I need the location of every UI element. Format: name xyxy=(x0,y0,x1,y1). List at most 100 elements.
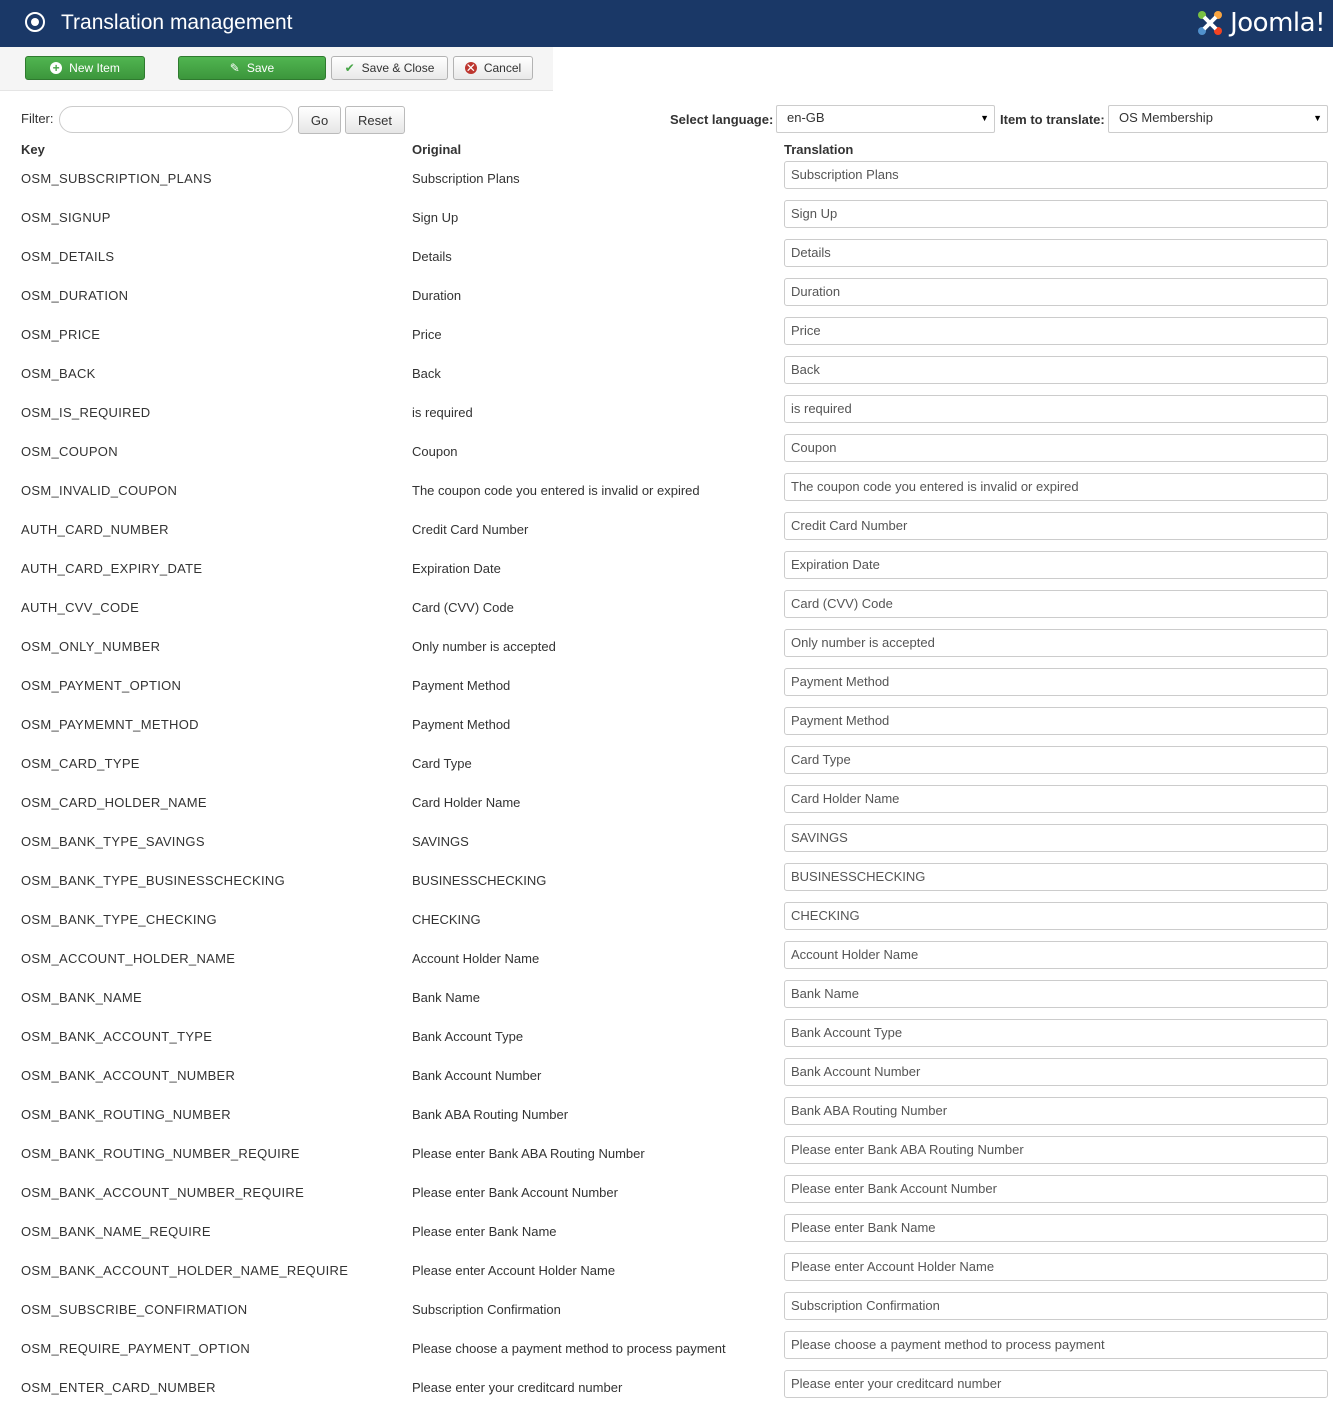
translation-input[interactable]: Please choose a payment method to proces… xyxy=(784,1331,1328,1359)
save-button[interactable]: ✎ Save xyxy=(178,56,326,80)
translation-input[interactable]: SAVINGS xyxy=(784,824,1328,852)
row-key: OSM_PRICE xyxy=(21,327,101,342)
row-key: OSM_BANK_ROUTING_NUMBER_REQUIRE xyxy=(21,1146,300,1161)
translation-input[interactable]: Please enter Bank Name xyxy=(784,1214,1328,1242)
row-original: CHECKING xyxy=(412,912,481,927)
table-row: OSM_BANK_ACCOUNT_NUMBER_REQUIRE Please en… xyxy=(0,1172,1333,1211)
translation-input[interactable]: Subscription Confirmation xyxy=(784,1292,1328,1320)
edit-icon: ✎ xyxy=(229,61,240,75)
translation-input[interactable]: Account Holder Name xyxy=(784,941,1328,969)
reset-button[interactable]: Reset xyxy=(345,106,405,134)
row-key: AUTH_CARD_EXPIRY_DATE xyxy=(21,561,203,576)
dropdown-arrow-icon: ▼ xyxy=(980,113,989,123)
translation-input[interactable]: Details xyxy=(784,239,1328,267)
table-row: OSM_DURATION Duration Duration xyxy=(0,275,1333,314)
translation-input[interactable]: The coupon code you entered is invalid o… xyxy=(784,473,1328,501)
row-key: OSM_SUBSCRIBE_CONFIRMATION xyxy=(21,1302,248,1317)
translation-input[interactable]: Bank Account Number xyxy=(784,1058,1328,1086)
translation-input[interactable]: Please enter Account Holder Name xyxy=(784,1253,1328,1281)
translation-input[interactable]: Coupon xyxy=(784,434,1328,462)
table-row: OSM_PAYMENT_OPTION Payment Method Payment … xyxy=(0,665,1333,704)
language-select[interactable]: en-GB ▼ xyxy=(776,105,995,133)
table-row: AUTH_CARD_EXPIRY_DATE Expiration Date Expi… xyxy=(0,548,1333,587)
filter-input[interactable] xyxy=(59,106,293,133)
translation-input[interactable]: Price xyxy=(784,317,1328,345)
row-key: OSM_ENTER_CARD_NUMBER xyxy=(21,1380,216,1395)
translation-input[interactable]: Duration xyxy=(784,278,1328,306)
table-row: OSM_BANK_ROUTING_NUMBER Bank ABA Routing … xyxy=(0,1094,1333,1133)
row-key: OSM_BACK xyxy=(21,366,96,381)
translation-input[interactable]: Sign Up xyxy=(784,200,1328,228)
row-key: OSM_COUPON xyxy=(21,444,118,459)
row-original: Card Holder Name xyxy=(412,795,521,810)
row-key: OSM_BANK_ACCOUNT_TYPE xyxy=(21,1029,213,1044)
save-label: Save xyxy=(246,61,275,75)
row-key: OSM_PAYMENT_OPTION xyxy=(21,678,182,693)
table-row: OSM_BANK_TYPE_BUSINESSCHECKING BUSINESSCH… xyxy=(0,860,1333,899)
dropdown-arrow-icon: ▼ xyxy=(1313,113,1322,123)
translation-input[interactable]: Subscription Plans xyxy=(784,161,1328,189)
table-row: AUTH_CARD_NUMBER Credit Card Number Credit… xyxy=(0,509,1333,548)
row-original: SAVINGS xyxy=(412,834,469,849)
row-key: OSM_BANK_ACCOUNT_HOLDER_NAME_REQUIRE xyxy=(21,1263,349,1278)
table-row: OSM_ONLY_NUMBER Only number is accepted On… xyxy=(0,626,1333,665)
translation-input[interactable]: Expiration Date xyxy=(784,551,1328,579)
translation-input[interactable]: Payment Method xyxy=(784,668,1328,696)
table-row: OSM_ENTER_CARD_NUMBER Please enter your c… xyxy=(0,1367,1333,1406)
row-key: OSM_SIGNUP xyxy=(21,210,111,225)
new-item-button[interactable]: + New Item xyxy=(25,56,145,80)
row-original: Please enter Bank Name xyxy=(412,1224,557,1239)
translation-input[interactable]: Card Type xyxy=(784,746,1328,774)
row-original: Subscription Confirmation xyxy=(412,1302,561,1317)
translation-table: OSM_SUBSCRIPTION_PLANS Subscription Plans… xyxy=(0,158,1333,1406)
translation-input[interactable]: Please enter Bank Account Number xyxy=(784,1175,1328,1203)
row-original: Bank Account Number xyxy=(412,1068,542,1083)
row-original: is required xyxy=(412,405,473,420)
cancel-button[interactable]: ✕ Cancel xyxy=(453,56,533,80)
row-original: Payment Method xyxy=(412,678,511,693)
item-selected: OS Membership xyxy=(1119,110,1213,125)
translation-input[interactable]: Only number is accepted xyxy=(784,629,1328,657)
translation-input[interactable]: Card Holder Name xyxy=(784,785,1328,813)
page-title: Translation management xyxy=(61,11,293,34)
table-row: OSM_SUBSCRIBE_CONFIRMATION Subscription C… xyxy=(0,1289,1333,1328)
translation-input[interactable]: Bank Name xyxy=(784,980,1328,1008)
translation-input[interactable]: CHECKING xyxy=(784,902,1328,930)
translation-input[interactable]: Back xyxy=(784,356,1328,384)
translation-input[interactable]: Please enter Bank ABA Routing Number xyxy=(784,1136,1328,1164)
new-item-label: New Item xyxy=(69,61,120,75)
joomla-logo[interactable]: Joomla! xyxy=(1195,6,1325,40)
save-close-button[interactable]: ✔ Save & Close xyxy=(331,56,448,80)
translation-input[interactable]: is required xyxy=(784,395,1328,423)
row-original: Only number is accepted xyxy=(412,639,556,654)
go-button[interactable]: Go xyxy=(298,106,341,134)
row-original: Please enter Account Holder Name xyxy=(412,1263,616,1278)
table-row: OSM_INVALID_COUPON The coupon code you en… xyxy=(0,470,1333,509)
translation-input[interactable]: Payment Method xyxy=(784,707,1328,735)
translation-input[interactable]: Please enter your creditcard number xyxy=(784,1370,1328,1398)
translation-input[interactable]: Card (CVV) Code xyxy=(784,590,1328,618)
table-row: OSM_BACK Back Back xyxy=(0,353,1333,392)
row-key: OSM_ONLY_NUMBER xyxy=(21,639,161,654)
translation-input[interactable]: Credit Card Number xyxy=(784,512,1328,540)
row-key: OSM_DETAILS xyxy=(21,249,115,264)
joomla-logo-icon xyxy=(1198,11,1223,35)
table-row: OSM_BANK_ACCOUNT_NUMBER Bank Account Numb… xyxy=(0,1055,1333,1094)
row-original: Payment Method xyxy=(412,717,511,732)
row-original: Coupon xyxy=(412,444,458,459)
item-select[interactable]: OS Membership ▼ xyxy=(1108,105,1328,133)
table-row: OSM_SIGNUP Sign Up Sign Up xyxy=(0,197,1333,236)
table-row: OSM_BANK_TYPE_CHECKING CHECKING CHECKING xyxy=(0,899,1333,938)
translation-input[interactable]: Bank ABA Routing Number xyxy=(784,1097,1328,1125)
row-key: OSM_SUBSCRIPTION_PLANS xyxy=(21,171,212,186)
table-row: OSM_BANK_ROUTING_NUMBER_REQUIRE Please en… xyxy=(0,1133,1333,1172)
translation-input[interactable]: Bank Account Type xyxy=(784,1019,1328,1047)
row-key: OSM_BANK_NAME xyxy=(21,990,142,1005)
row-key: OSM_BANK_ACCOUNT_NUMBER_REQUIRE xyxy=(21,1185,305,1200)
logo-text: Joomla! xyxy=(1230,8,1325,38)
language-selected: en-GB xyxy=(787,110,825,125)
translation-input[interactable]: BUSINESSCHECKING xyxy=(784,863,1328,891)
row-key: OSM_INVALID_COUPON xyxy=(21,483,178,498)
column-header-original: Original xyxy=(412,142,462,157)
row-key: OSM_BANK_TYPE_CHECKING xyxy=(21,912,217,927)
